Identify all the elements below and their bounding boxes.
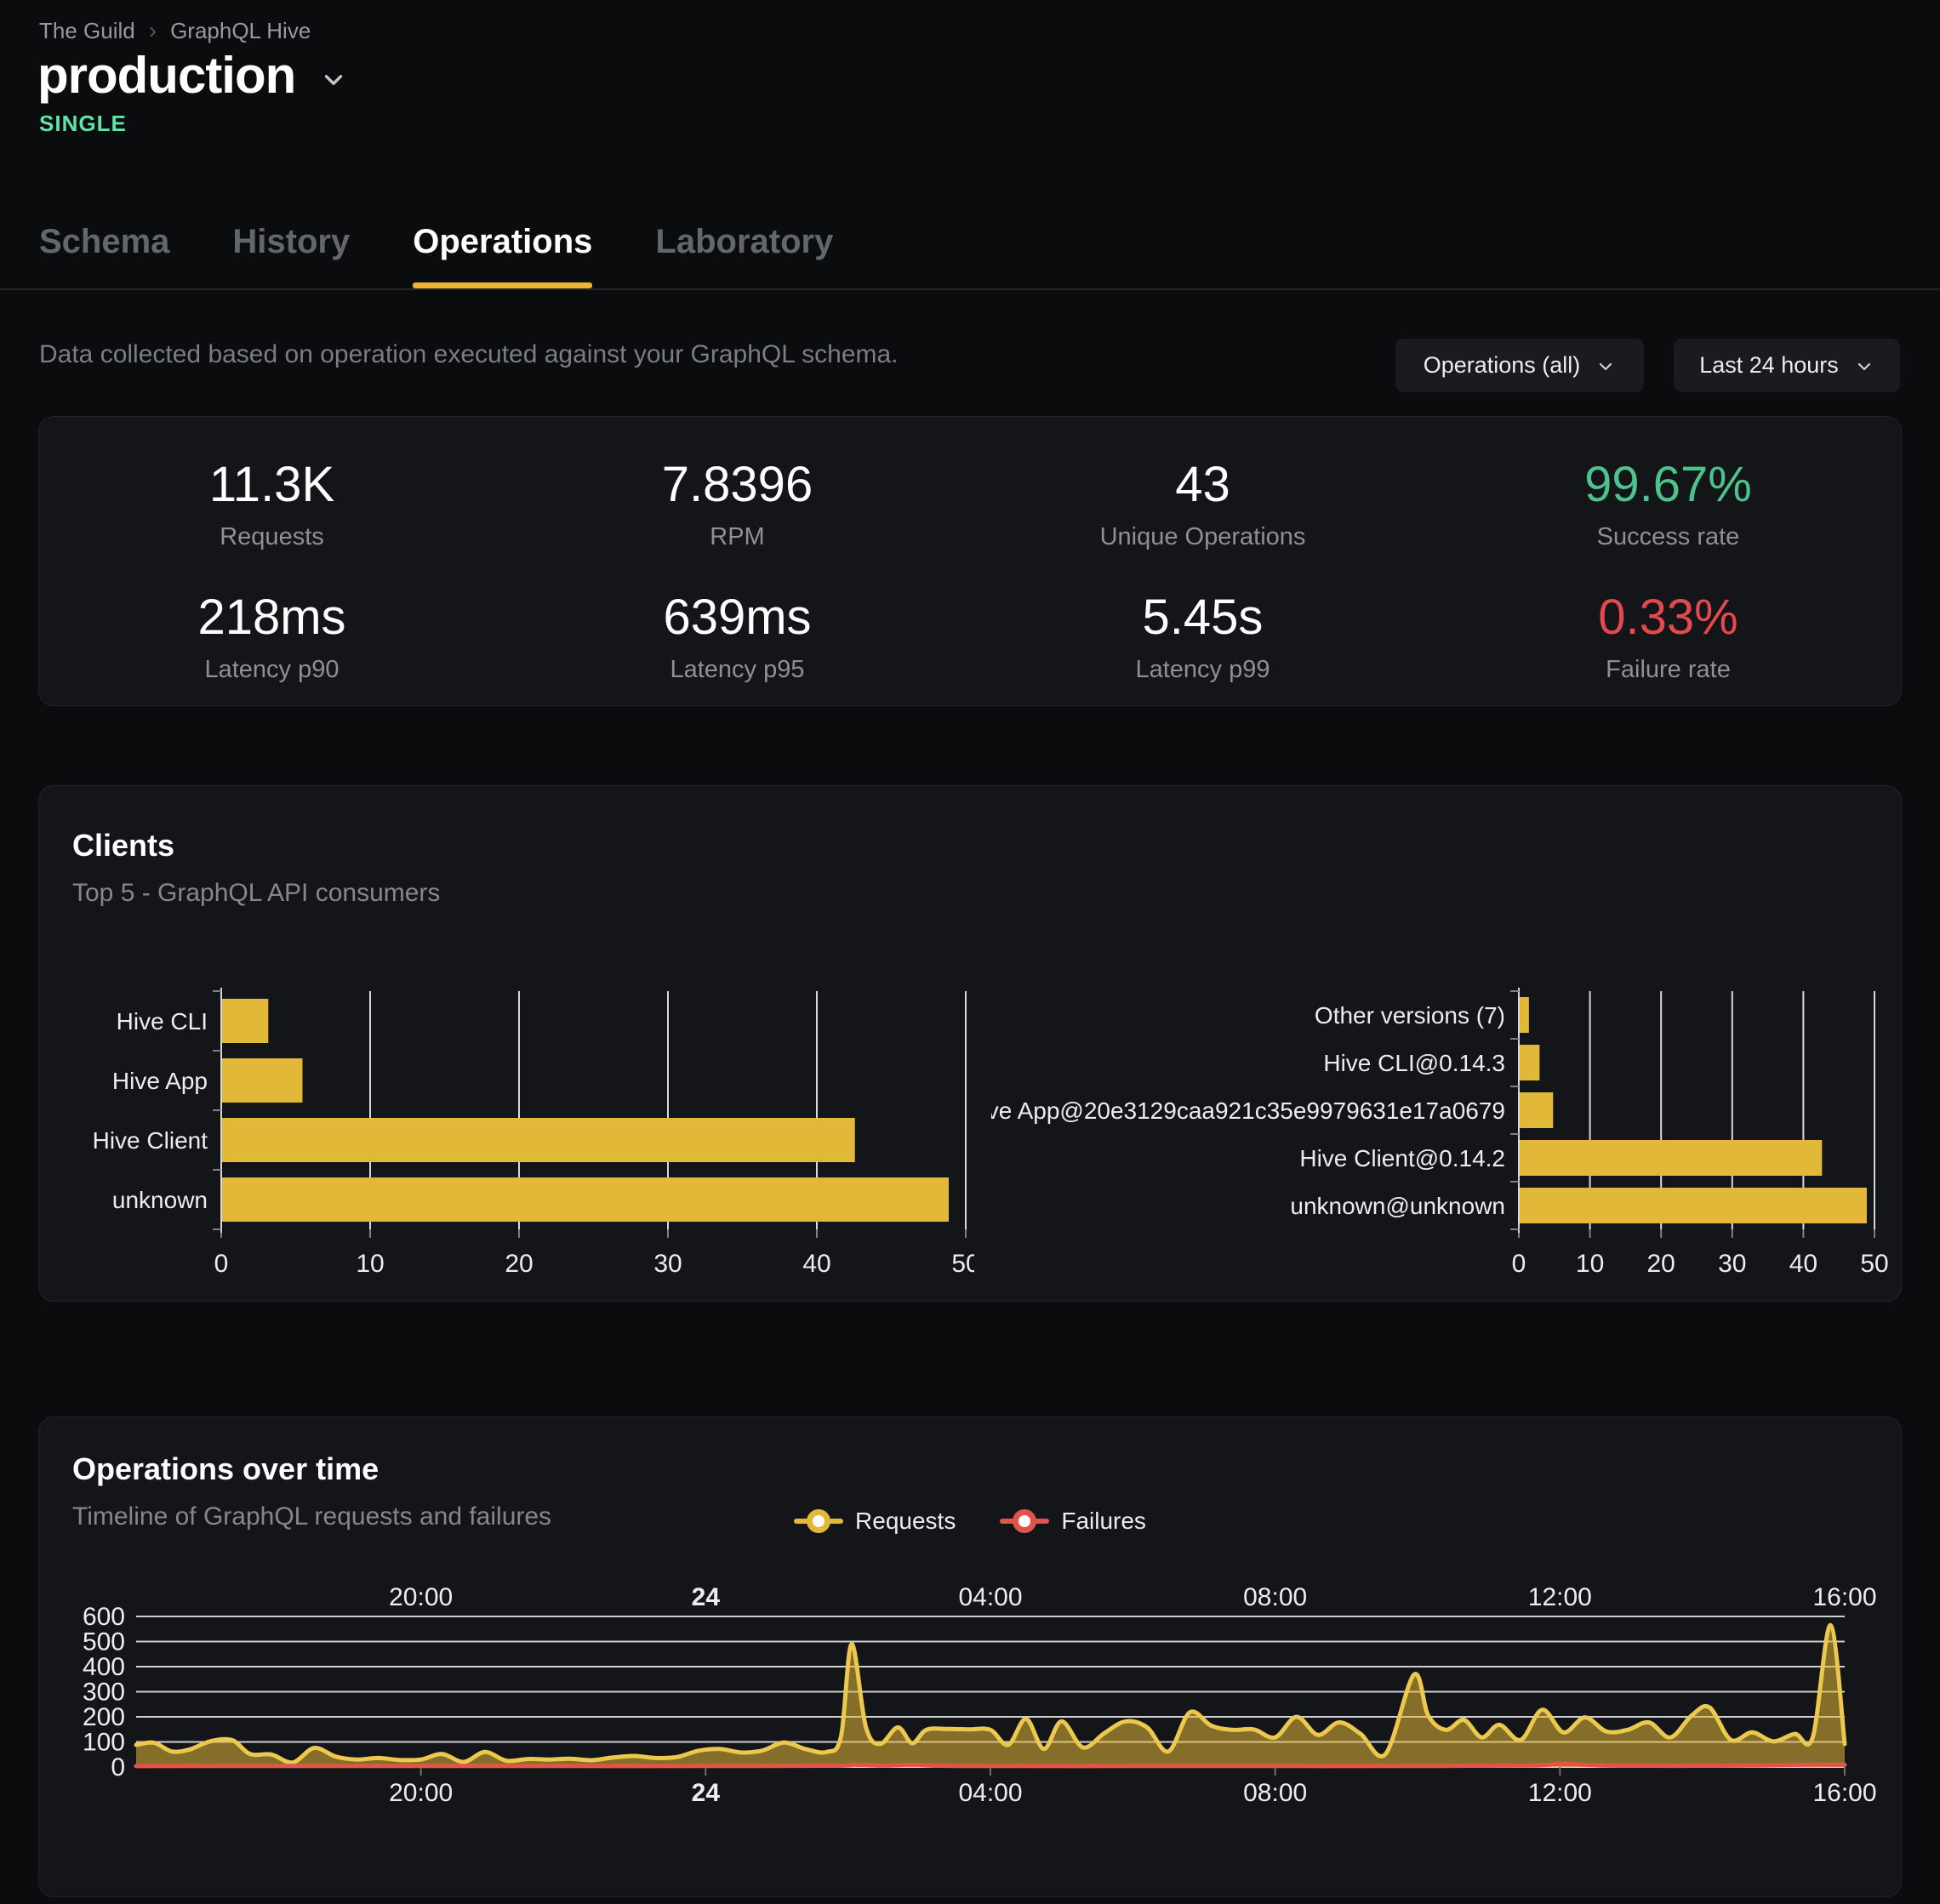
svg-text:04:00: 04:00 [958,1583,1022,1611]
status-badge: SINGLE [39,111,127,137]
stats-card: 11.3K Requests 7.8396 RPM 43 Unique Oper… [38,416,1902,706]
svg-text:unknown: unknown [112,1187,208,1213]
tab-operations[interactable]: Operations [413,223,592,282]
legend-item-failures[interactable]: Failures [1000,1508,1146,1535]
operations-filter-label: Operations (all) [1424,352,1581,379]
svg-text:30: 30 [653,1250,682,1278]
svg-text:Hive Client@0.14.2: Hive Client@0.14.2 [1299,1145,1505,1171]
svg-text:40: 40 [802,1250,830,1278]
svg-text:16:00: 16:00 [1812,1779,1876,1807]
tabs-divider [0,288,1940,290]
requests-series-icon [794,1508,843,1534]
svg-text:200: 200 [83,1703,125,1731]
svg-text:20:00: 20:00 [389,1583,453,1611]
svg-text:unknown@unknown: unknown@unknown [1290,1193,1505,1219]
data-collected-note: Data collected based on operation execut… [39,340,899,369]
stat-requests: 11.3K Requests [39,456,505,551]
svg-text:Hive CLI: Hive CLI [117,1008,208,1035]
operations-over-time-chart: 0100200300400500600 20:00 20:00 24 24 04:00 04… [64,1578,1902,1833]
svg-text:30: 30 [1718,1250,1746,1278]
clients-title: Clients [72,828,440,864]
svg-text:10: 10 [356,1250,384,1278]
stat-rpm: 7.8396 RPM [505,456,970,551]
page-title: production [37,46,295,105]
svg-text:0: 0 [1512,1250,1526,1278]
tab-laboratory[interactable]: Laboratory [655,223,833,282]
svg-text:Other versions (7): Other versions (7) [1315,1002,1505,1029]
svg-text:24: 24 [692,1583,721,1611]
period-filter-label: Last 24 hours [1699,352,1839,379]
breadcrumb: The Guild › GraphQL Hive [39,17,311,44]
svg-text:500: 500 [83,1628,125,1656]
svg-text:12:00: 12:00 [1528,1583,1592,1611]
clients-by-version-bar-chart: 0 10 20 30 40 50 Other versions (7) Hive CLI@0.… [991,957,1902,1289]
clients-by-name-bar-chart: 0 10 20 30 40 50 Hive CLI Hive App Hive Client un… [64,957,974,1289]
tab-schema[interactable]: Schema [39,223,169,282]
svg-text:16:00: 16:00 [1812,1583,1876,1611]
chevron-down-icon[interactable] [319,66,348,94]
svg-text:12:00: 12:00 [1528,1779,1592,1807]
svg-text:08:00: 08:00 [1243,1779,1307,1807]
svg-text:10: 10 [1576,1250,1604,1278]
legend-item-requests[interactable]: Requests [794,1508,956,1535]
chevron-right-icon: › [149,17,157,44]
tab-bar: Schema History Operations Laboratory [39,223,833,282]
period-filter-dropdown[interactable]: Last 24 hours [1674,339,1900,392]
svg-text:Hive Client: Hive Client [93,1127,208,1154]
tab-history[interactable]: History [232,223,350,282]
svg-text:40: 40 [1789,1250,1817,1278]
svg-text:20:00: 20:00 [389,1779,453,1807]
svg-text:100: 100 [83,1729,125,1757]
stat-unique-operations: 43 Unique Operations [970,456,1435,551]
chevron-down-icon [1854,356,1874,377]
stat-latency-p90: 218ms Latency p90 [39,589,505,684]
svg-text:20: 20 [505,1250,533,1278]
stat-latency-p95: 639ms Latency p95 [505,589,970,684]
chevron-down-icon [1595,356,1616,377]
stat-success-rate: 99.67% Success rate [1435,456,1901,551]
svg-text:24: 24 [692,1779,721,1807]
breadcrumb-org-link[interactable]: The Guild [39,18,135,44]
operations-over-time-title: Operations over time [72,1451,551,1487]
breadcrumb-project-link[interactable]: GraphQL Hive [170,18,311,44]
clients-subtitle: Top 5 - GraphQL API consumers [72,879,440,908]
svg-text:Hive App: Hive App [112,1068,208,1094]
svg-text:0: 0 [111,1753,125,1781]
svg-text:20: 20 [1647,1250,1675,1278]
failures-series-icon [1000,1508,1049,1534]
timeline-legend: Requests Failures [38,1508,1902,1535]
stat-latency-p99: 5.45s Latency p99 [970,589,1435,684]
stat-failure-rate: 0.33% Failure rate [1435,589,1901,684]
operations-filter-dropdown[interactable]: Operations (all) [1395,339,1644,392]
svg-text:Hive App@20e3129caa921c35e9979: Hive App@20e3129caa921c35e9979631e17a067… [991,1097,1505,1124]
svg-text:400: 400 [83,1653,125,1681]
svg-text:50: 50 [1860,1250,1888,1278]
svg-text:08:00: 08:00 [1243,1583,1307,1611]
svg-text:0: 0 [214,1250,229,1278]
svg-text:600: 600 [83,1603,125,1631]
svg-text:50: 50 [951,1250,974,1278]
svg-text:Hive CLI@0.14.3: Hive CLI@0.14.3 [1323,1050,1505,1076]
svg-text:04:00: 04:00 [958,1779,1022,1807]
svg-text:300: 300 [83,1679,125,1707]
